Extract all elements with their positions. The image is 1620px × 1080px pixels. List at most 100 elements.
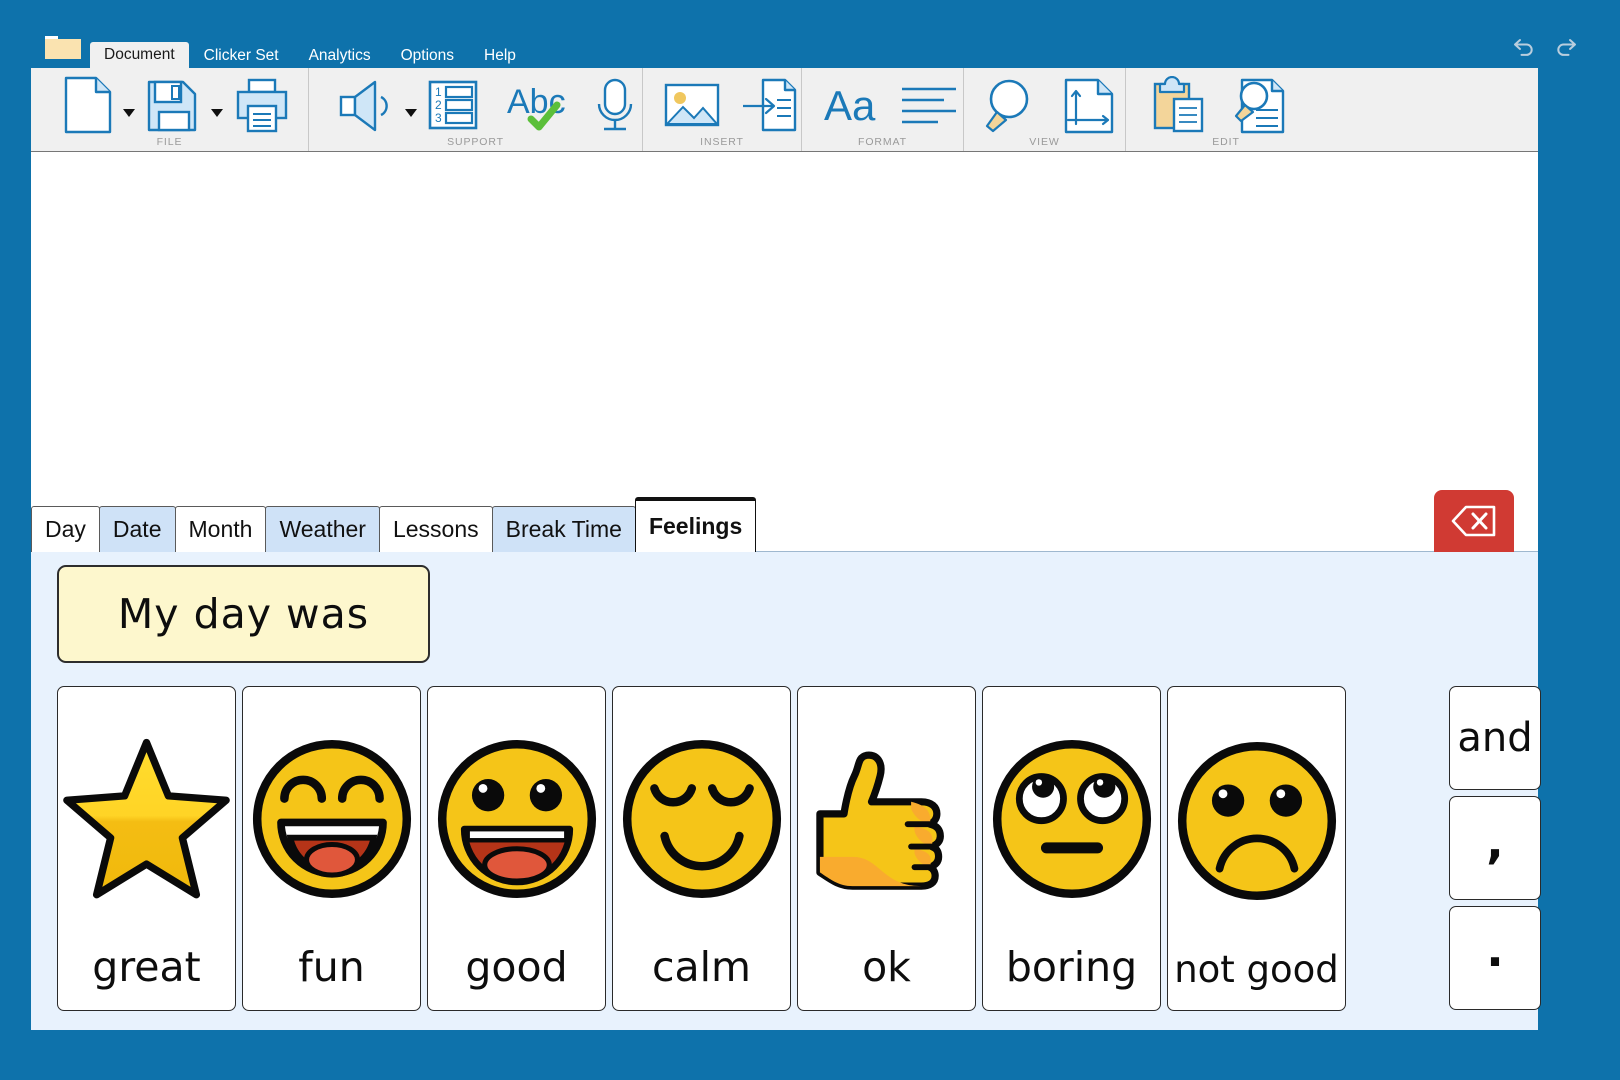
card-label: boring	[1005, 943, 1138, 991]
align-lines-icon	[902, 87, 956, 124]
sentence-starter-cell[interactable]: My day was	[57, 565, 430, 663]
save-button[interactable]	[139, 74, 209, 136]
card-label: ok	[862, 943, 911, 991]
numbered-list-icon: 1 2 3	[428, 80, 478, 130]
insert-page-button[interactable]	[735, 74, 805, 136]
speaker-icon	[339, 80, 388, 132]
grid-tab-feelings[interactable]: Feelings	[634, 497, 757, 552]
card-label: fun	[298, 943, 365, 991]
punct-card-and[interactable]: and	[1449, 686, 1541, 790]
title-bar: Document Clicker Set Analytics Options H…	[0, 0, 1620, 68]
card-art	[613, 687, 790, 947]
ribbon-toolbar: FILE 1 2 3 Abc SUPPORT INSERT Aa FORMAT …	[31, 68, 1538, 151]
punct-card-period[interactable]: .	[1449, 906, 1541, 1010]
ribbon-group-label-edit: EDIT	[1212, 136, 1240, 148]
insert-page-icon	[743, 78, 797, 132]
word-card-great[interactable]: great	[57, 686, 236, 1011]
word-bank-button[interactable]: 1 2 3	[421, 74, 485, 136]
svg-text:2: 2	[435, 98, 442, 112]
thumbs-up-icon	[815, 751, 944, 890]
grid-tab-date[interactable]: Date	[98, 506, 176, 552]
font-aa-icon: Aa	[824, 82, 876, 129]
speak-caret-icon[interactable]	[405, 108, 417, 117]
ribbon-group-view: VIEW	[963, 68, 1125, 151]
grid-panel: My day was great fun good calm ok boring…	[31, 552, 1541, 1030]
grid-tab-month[interactable]: Month	[174, 506, 267, 552]
document-canvas[interactable]	[31, 151, 1538, 491]
backspace-key[interactable]	[1434, 490, 1514, 552]
grid-tab-weather[interactable]: Weather	[265, 506, 380, 552]
spell-check-button[interactable]: Abc	[499, 74, 573, 136]
folder-icon[interactable]	[45, 32, 81, 59]
document-search-icon	[1234, 78, 1285, 134]
grid-tab-strip: Day Date Month Weather Lessons Break Tim…	[31, 490, 1538, 552]
print-button[interactable]	[227, 74, 297, 136]
grid-tab-break-time[interactable]: Break Time	[491, 506, 636, 552]
star-icon	[63, 738, 230, 898]
punct-label: ,	[1486, 815, 1504, 869]
new-document-caret-icon[interactable]	[123, 108, 135, 117]
find-replace-button[interactable]	[1222, 74, 1292, 136]
abc-check-icon: Abc	[507, 83, 566, 131]
card-art	[58, 687, 235, 947]
word-card-not-good[interactable]: not good	[1167, 686, 1346, 1011]
svg-text:Aa: Aa	[824, 82, 876, 129]
undo-icon[interactable]	[1512, 32, 1538, 58]
word-card-ok[interactable]: ok	[797, 686, 976, 1011]
card-label: calm	[652, 943, 751, 991]
ribbon-group-label-file: FILE	[156, 136, 183, 148]
word-card-fun[interactable]: fun	[242, 686, 421, 1011]
ribbon-group-label-insert: INSERT	[700, 136, 744, 148]
ribbon-group-format: Aa FORMAT	[801, 68, 963, 151]
ribbon-group-edit: EDIT	[1125, 68, 1538, 151]
insert-picture-button[interactable]	[657, 74, 727, 136]
grid-tab-lessons[interactable]: Lessons	[378, 506, 493, 552]
page-layout-button[interactable]	[1056, 74, 1124, 136]
eye-roll-face-icon	[992, 739, 1151, 899]
zoom-button[interactable]	[978, 74, 1048, 136]
card-art	[798, 687, 975, 947]
laughing-face-icon	[252, 739, 411, 899]
ribbon-group-insert: INSERT	[642, 68, 801, 151]
svg-text:3: 3	[435, 111, 442, 125]
sad-face-icon	[1177, 741, 1336, 901]
redo-icon[interactable]	[1552, 32, 1578, 58]
ribbon-group-label-format: FORMAT	[858, 136, 907, 148]
punct-card-comma[interactable]: ,	[1449, 796, 1541, 900]
ribbon-group-support: 1 2 3 Abc SUPPORT	[308, 68, 642, 151]
menu-tab-analytics[interactable]: Analytics	[294, 44, 386, 68]
punct-label: .	[1486, 923, 1504, 977]
card-art	[243, 687, 420, 947]
word-card-calm[interactable]: calm	[612, 686, 791, 1011]
save-caret-icon[interactable]	[211, 108, 223, 117]
ribbon-group-label-view: VIEW	[1029, 136, 1060, 148]
menu-tab-options[interactable]: Options	[386, 44, 469, 68]
menu-bar: Document Clicker Set Analytics Options H…	[90, 42, 531, 68]
punctuation-column: and , .	[1449, 686, 1541, 1010]
magnifier-icon	[985, 79, 1029, 133]
history-controls	[1512, 32, 1578, 58]
speak-button[interactable]	[329, 74, 403, 136]
new-document-button[interactable]	[55, 74, 121, 136]
word-card-boring[interactable]: boring	[982, 686, 1161, 1011]
word-card-good[interactable]: good	[427, 686, 606, 1011]
word-card-row: great fun good calm ok boring not good	[57, 686, 1346, 1011]
font-button[interactable]: Aa	[816, 74, 888, 136]
voice-notes-button[interactable]	[587, 74, 643, 136]
menu-tab-help[interactable]: Help	[469, 44, 531, 68]
menu-tab-document[interactable]: Document	[90, 42, 189, 68]
printer-icon	[236, 78, 288, 133]
new-page-icon	[64, 76, 112, 134]
grid-tab-day[interactable]: Day	[31, 506, 100, 552]
menu-tab-clicker-set[interactable]: Clicker Set	[189, 44, 294, 68]
card-art	[428, 687, 605, 947]
paragraph-button[interactable]	[894, 74, 964, 136]
svg-text:1: 1	[435, 85, 442, 99]
page-axes-icon	[1064, 78, 1114, 134]
card-art	[983, 687, 1160, 947]
clicker-window: Document Clicker Set Analytics Options H…	[0, 0, 1620, 1080]
card-label: great	[92, 943, 201, 991]
card-art	[1168, 687, 1345, 951]
floppy-disk-icon	[147, 80, 197, 132]
paste-button[interactable]	[1144, 74, 1212, 136]
